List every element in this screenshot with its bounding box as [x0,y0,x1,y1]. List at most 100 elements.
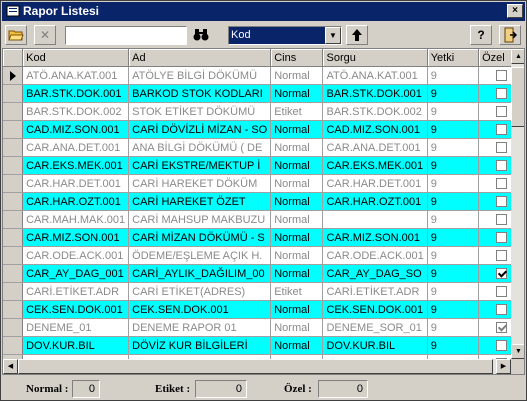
cell-kod[interactable]: CAR.HAR.OZT.001 [22,192,130,211]
ozel-checkbox[interactable] [495,196,507,208]
row-indicator[interactable] [3,264,24,283]
column-header-cins[interactable]: Cins [270,49,324,67]
cell-ad[interactable]: CEK.SEN.DOK.001 [128,300,272,319]
cell-yetki[interactable]: 9 [427,282,480,301]
ozel-checkbox[interactable] [495,142,507,154]
ozel-checkbox[interactable] [495,214,507,226]
table-row[interactable]: DOV.KUR.BIL DÖVİZ KUR BİLGİLERİ Normal DOV.… [3,336,524,355]
cell-sorgu[interactable] [322,210,428,229]
row-indicator[interactable] [3,66,24,85]
cell-kod[interactable]: BAR.STK.DOK.002 [22,102,130,121]
cell-sorgu[interactable]: CAR.HAR.DET.001 [322,174,428,193]
close-button[interactable]: × [507,4,523,18]
cell-yetki[interactable]: 9 [427,336,480,355]
cell-kod[interactable]: DOV.KUR.BIL [22,336,130,355]
cell-sorgu[interactable]: CARİ.ETİKET.ADR [322,282,428,301]
help-button[interactable]: ? [470,25,492,45]
table-row[interactable]: ATÖ.ANA.KAT.001 ATÖLYE BİLGİ DÖKÜMÜ Normal… [3,66,524,85]
cell-cins[interactable]: Normal [270,192,324,211]
cell-sorgu[interactable]: CEK.SEN.DOK.001 [322,300,428,319]
table-row[interactable]: CAR.EKS.MEK.001 CARİ EKSTRE/MEKTUP İ Norma… [3,156,524,175]
cell-ad[interactable]: ANA BİLGİ DÖKÜMÜ ( DE [128,138,272,157]
cell-yetki[interactable]: 9 [427,300,480,319]
row-indicator[interactable] [3,156,24,175]
field-select[interactable]: Kod ▼ [228,26,342,45]
column-header-kod[interactable]: Kod [22,49,130,67]
cell-ad[interactable]: DENEME RAPOR 01 [128,318,272,337]
find-button[interactable] [190,25,212,45]
cell-cins[interactable]: Normal [270,264,324,283]
table-row[interactable]: DENEME_01 DENEME RAPOR 01 Normal DENEME_SOR… [3,318,524,337]
delete-button[interactable]: ✕ [34,25,56,45]
vertical-scroll-thumb[interactable] [511,67,524,127]
cell-cins[interactable]: Normal [270,246,324,265]
cell-yetki[interactable]: 9 [427,174,480,193]
sort-up-button[interactable] [346,25,368,45]
row-indicator[interactable] [3,210,24,229]
column-header-ad[interactable]: Ad [128,49,272,67]
table-row[interactable]: CAR_AY_DAG_001 CARİ_AYLIK_DAĞILIM_00 Norma… [3,264,524,283]
table-row[interactable]: CEK.SEN.DOK.001 CEK.SEN.DOK.001 Normal CEK.… [3,300,524,319]
row-indicator[interactable] [3,102,24,121]
cell-cins[interactable]: Normal [270,138,324,157]
cell-cins[interactable]: Normal [270,228,324,247]
cell-sorgu[interactable]: BAR.STK.DOK.002 [322,102,428,121]
ozel-checkbox[interactable] [495,322,507,334]
row-indicator[interactable] [3,174,24,193]
cell-kod[interactable]: CAD.MIZ.SON.001 [22,120,130,139]
row-indicator[interactable] [3,318,24,337]
cell-cins[interactable]: Normal [270,66,324,85]
table-row[interactable]: CAR.MIZ.SON.001 CARİ MİZAN DÖKÜMÜ - S Norm… [3,228,524,247]
cell-sorgu[interactable]: CAR.EKS.MEK.001 [322,156,428,175]
table-row[interactable]: CAR.MAH.MAK.001 CARİ MAHSUP MAKBUZU Normal… [3,210,524,229]
cell-cins[interactable]: Etiket [270,282,324,301]
cell-sorgu[interactable]: CAR_AY_DAG_SO [322,264,428,283]
cell-ad[interactable]: CARİ_AYLIK_DAĞILIM_00 [128,264,272,283]
table-row[interactable]: CARİ.ETİKET.ADR CARİ ETİKET(ADRES) Etiket C… [3,282,524,301]
scroll-down-button[interactable]: ▼ [511,344,524,359]
ozel-checkbox[interactable] [495,232,507,244]
column-header-yetki[interactable]: Yetki [427,49,480,67]
cell-cins[interactable]: Normal [270,210,324,229]
cell-ad[interactable]: CARİ MAHSUP MAKBUZU [128,210,272,229]
cell-sorgu[interactable]: CAD.MIZ.SON.001 [322,120,428,139]
cell-cins[interactable]: Normal [270,336,324,355]
title-bar[interactable]: Rapor Listesi × [2,2,525,21]
cell-cins[interactable]: Normal [270,318,324,337]
chevron-down-icon[interactable]: ▼ [325,27,341,44]
horizontal-scrollbar[interactable]: ◀ ▶ [3,359,511,374]
column-header-sorgu[interactable]: Sorgu [322,49,428,67]
cell-yetki[interactable]: 9 [427,120,480,139]
ozel-checkbox[interactable] [495,160,507,172]
cell-yetki[interactable]: 9 [427,246,480,265]
cell-yetki[interactable]: 9 [427,84,480,103]
ozel-checkbox[interactable] [495,268,507,280]
cell-cins[interactable]: Etiket [270,102,324,121]
cell-cins[interactable]: Normal [270,300,324,319]
ozel-checkbox[interactable] [495,70,507,82]
table-row[interactable]: BAR.STK.DOK.001 BARKOD STOK KODLARI Normal… [3,84,524,103]
cell-kod[interactable]: CARİ.ETİKET.ADR [22,282,130,301]
scroll-up-button[interactable]: ▲ [511,49,524,64]
cell-ad[interactable]: BARKOD STOK KODLARI [128,84,272,103]
open-button[interactable] [5,25,27,45]
cell-ad[interactable]: CARİ MİZAN DÖKÜMÜ - S [128,228,272,247]
row-indicator[interactable] [3,192,24,211]
cell-sorgu[interactable]: BAR.STK.DOK.001 [322,84,428,103]
row-indicator[interactable] [3,228,24,247]
cell-kod[interactable]: ATÖ.ANA.KAT.001 [22,66,130,85]
row-indicator[interactable] [3,300,24,319]
row-indicator[interactable] [3,336,24,355]
cell-ad[interactable]: CARİ DÖVİZLİ MİZAN - SO [128,120,272,139]
cell-ad[interactable]: STOK ETİKET DÖKÜMÜ [128,102,272,121]
cell-kod[interactable]: CAR.EKS.MEK.001 [22,156,130,175]
cell-yetki[interactable]: 9 [427,192,480,211]
ozel-checkbox[interactable] [495,124,507,136]
table-row[interactable]: CAR.ANA.DET.001 ANA BİLGİ DÖKÜMÜ ( DE Norm… [3,138,524,157]
row-indicator[interactable] [3,84,24,103]
cell-yetki[interactable]: 9 [427,264,480,283]
vertical-scrollbar[interactable]: ▲ ▼ [511,49,524,359]
cell-kod[interactable]: CAR.MIZ.SON.001 [22,228,130,247]
cell-yetki[interactable]: 9 [427,66,480,85]
cell-cins[interactable]: Normal [270,120,324,139]
